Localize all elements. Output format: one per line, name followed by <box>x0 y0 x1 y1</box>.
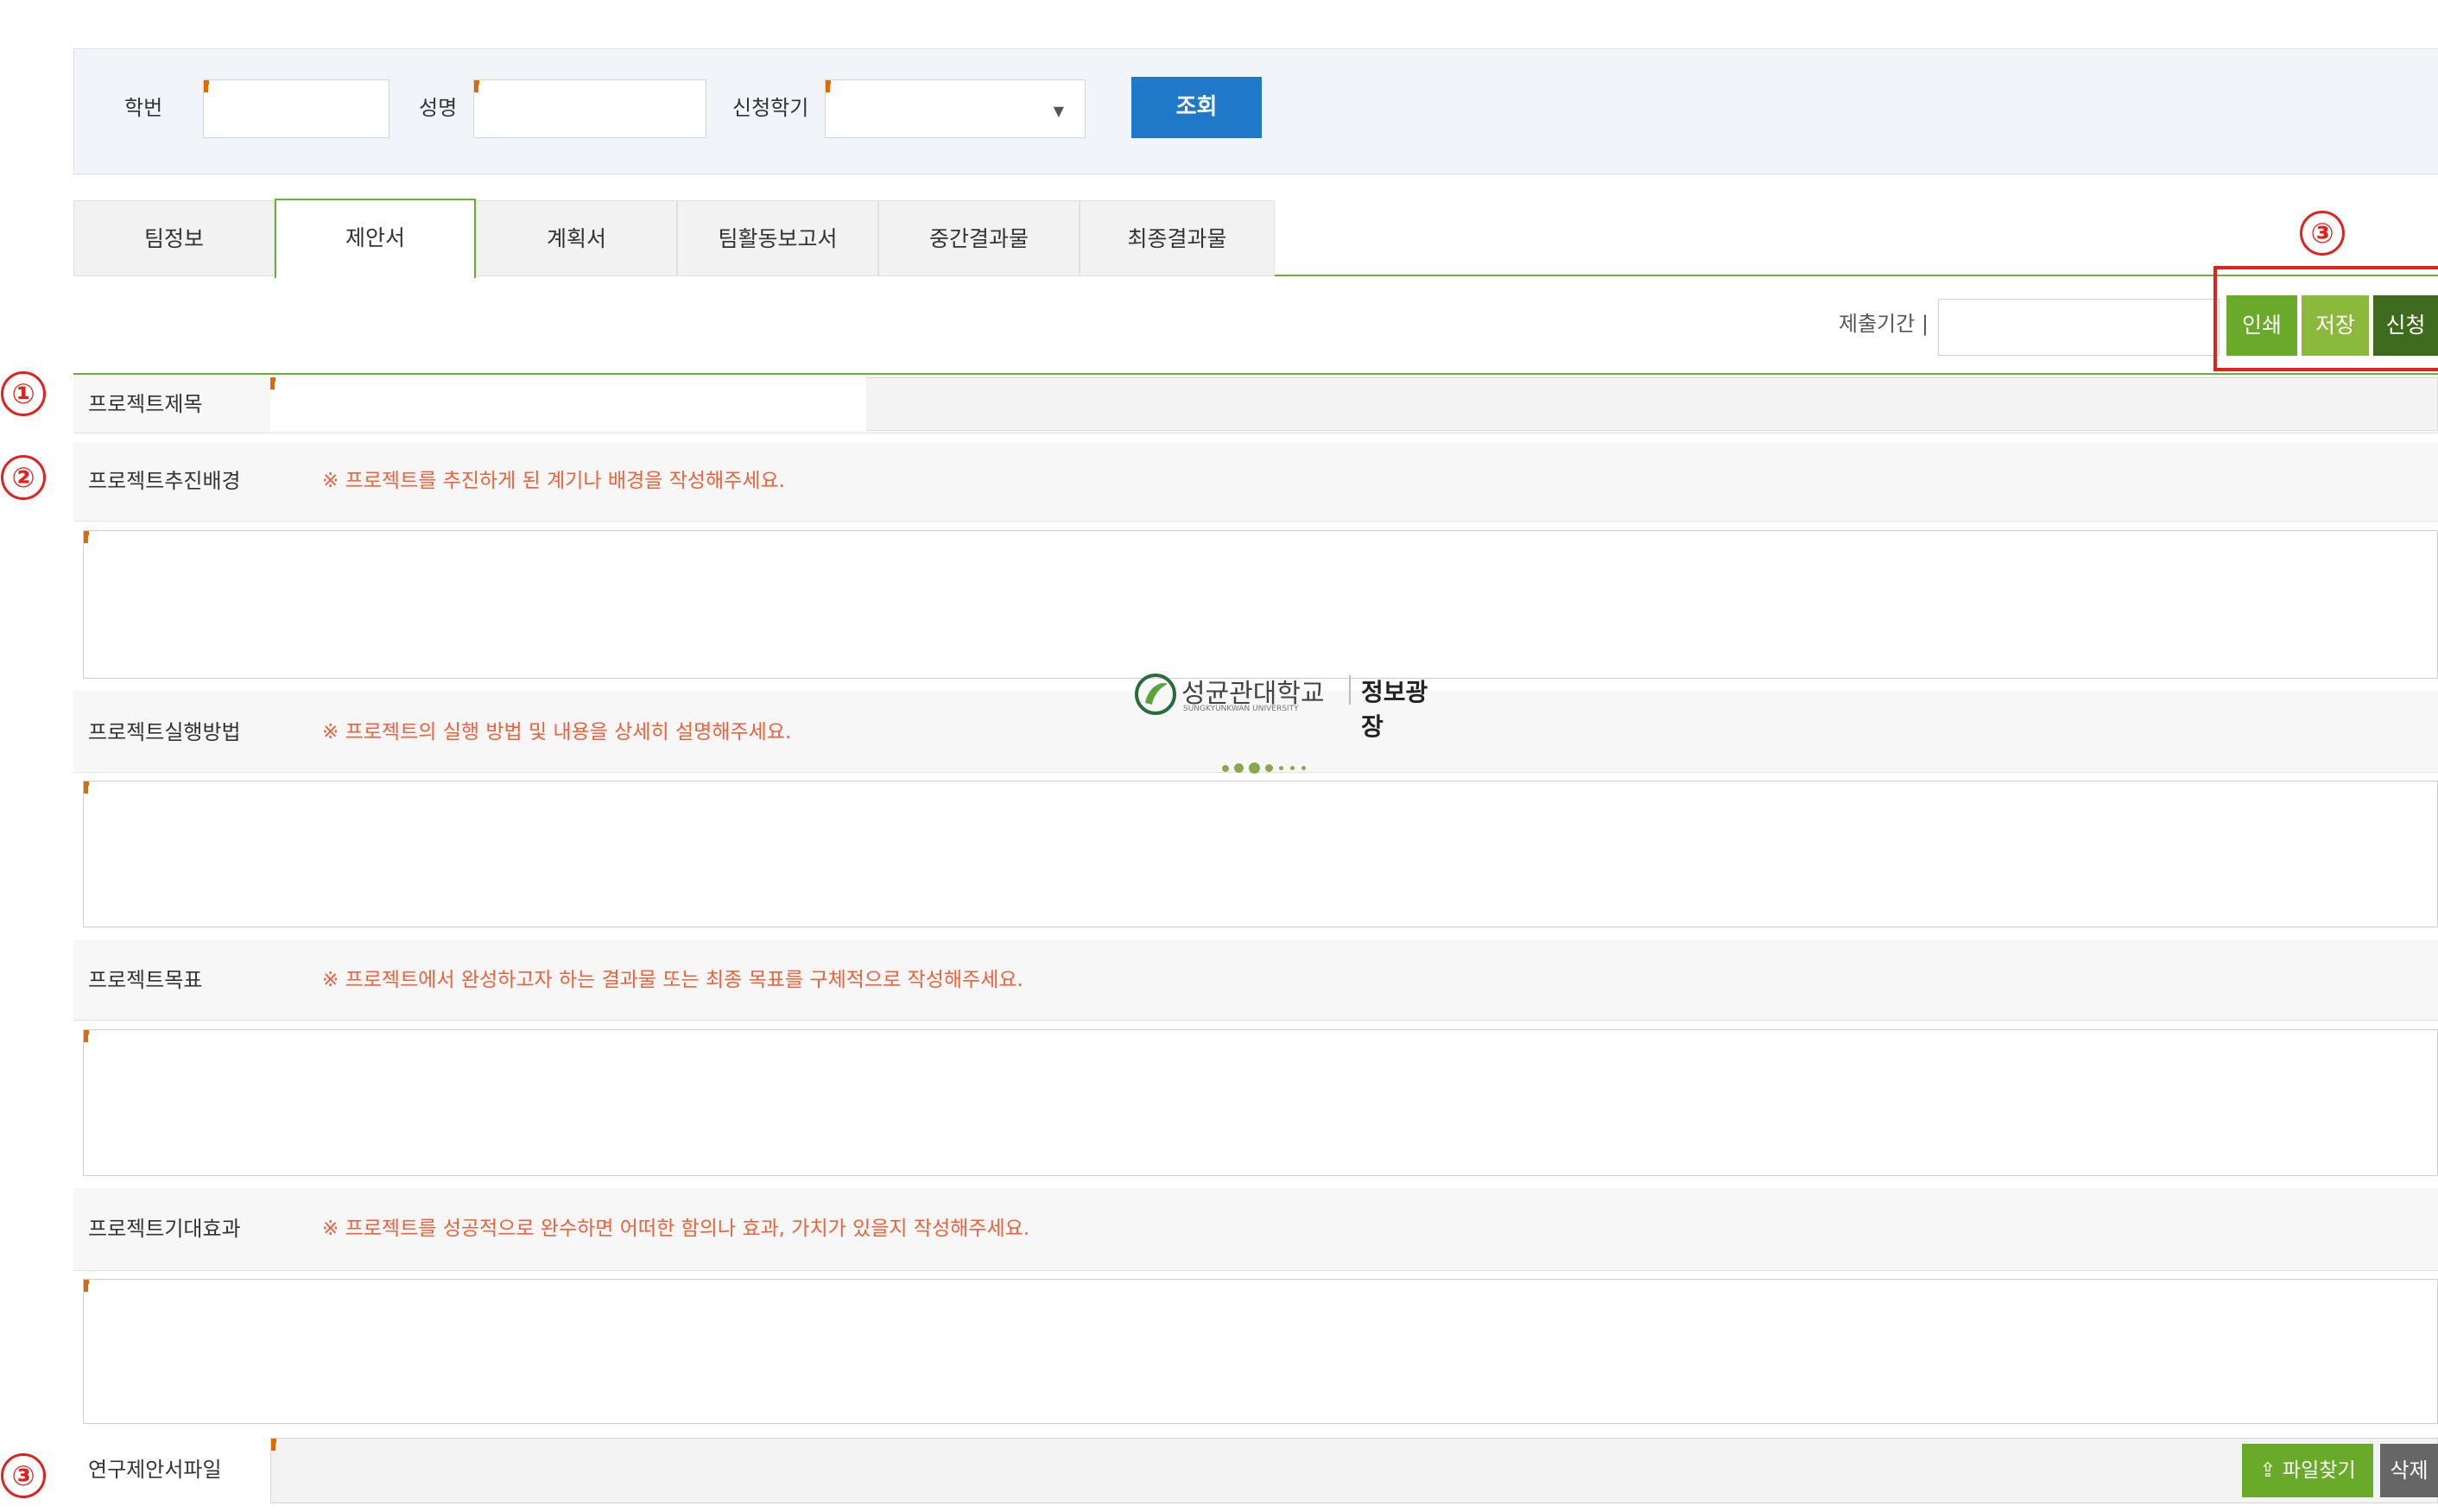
project-title-label: 프로젝트제목 <box>88 392 203 416</box>
project-title-input[interactable] <box>270 377 866 431</box>
save-button[interactable]: 저장 <box>2302 295 2369 356</box>
university-name-en: SUNGKYUNKWAN UNIVERSITY <box>1183 705 1299 713</box>
file-delete-button[interactable]: 삭제 <box>2380 1444 2438 1497</box>
project-background-textarea[interactable] <box>83 530 2438 679</box>
loading-indicator <box>1222 762 1352 774</box>
proposal-file-label: 연구제안서파일 <box>88 1458 222 1482</box>
project-method-textarea[interactable] <box>83 781 2438 927</box>
tab-final-results[interactable]: 최종결과물 <box>1080 200 1275 276</box>
annotation-marker-1: ① <box>1 371 46 416</box>
project-goal-hint: ※ 프로젝트에서 완성하고자 하는 결과물 또는 최종 목표를 구체적으로 작성… <box>322 969 1023 991</box>
portal-name: 정보광장 <box>1361 678 1428 741</box>
loading-dot <box>1234 763 1244 773</box>
project-method-label: 프로젝트실행방법 <box>88 720 241 744</box>
annotation-marker-3b: ③ <box>1 1453 46 1498</box>
loading-dot <box>1249 762 1260 774</box>
project-background-label: 프로젝트추진배경 <box>88 469 241 493</box>
tab-team-activity-report[interactable]: 팀활동보고서 <box>677 200 878 276</box>
tab-plan[interactable]: 계획서 <box>476 200 677 276</box>
project-effect-hint: ※ 프로젝트를 성공적으로 완수하면 어떠한 함의나 효과, 가치가 있을지 작… <box>322 1218 1030 1240</box>
project-method-hint: ※ 프로젝트의 실행 방법 및 내용을 상세히 설명해주세요. <box>322 721 792 743</box>
loading-dot <box>1222 765 1229 772</box>
loading-dot <box>1279 766 1283 770</box>
tab-interim-results[interactable]: 중간결과물 <box>878 200 1080 276</box>
project-goal-label: 프로젝트목표 <box>88 968 203 992</box>
semester-select[interactable]: ▼ <box>825 79 1086 138</box>
submission-period-input[interactable] <box>1938 299 2220 356</box>
name-label: 성명 <box>419 96 458 120</box>
annotation-marker-2: ② <box>1 455 46 500</box>
annotation-marker-3: ③ <box>2300 211 2345 256</box>
file-find-button[interactable]: ⇪ 파일찾기 <box>2242 1444 2373 1497</box>
proposal-file-input[interactable] <box>270 1438 2438 1503</box>
dropdown-arrow-icon: ▼ <box>1053 103 1064 119</box>
loading-dot <box>1301 766 1306 770</box>
semester-label: 신청학기 <box>732 96 809 120</box>
project-effect-label: 프로젝트기대효과 <box>88 1217 241 1241</box>
project-background-hint: ※ 프로젝트를 추진하게 된 계기나 배경을 작성해주세요. <box>322 470 785 492</box>
loading-logo: 성균관대학교 SUNGKYUNKWAN UNIVERSITY 정보광장 <box>1133 668 1444 741</box>
print-button[interactable]: 인쇄 <box>2226 295 2297 356</box>
logo-divider <box>1349 675 1351 705</box>
project-goal-textarea[interactable] <box>83 1029 2438 1176</box>
file-find-label: 파일찾기 <box>2282 1459 2356 1482</box>
upload-icon: ⇪ <box>2259 1459 2277 1482</box>
loading-dot <box>1265 764 1273 772</box>
name-input[interactable] <box>473 79 706 138</box>
loading-dot <box>1290 766 1295 770</box>
project-effect-textarea[interactable] <box>83 1279 2438 1424</box>
search-button[interactable]: 조회 <box>1131 77 1262 138</box>
apply-button[interactable]: 신청 <box>2373 295 2438 356</box>
tab-proposal[interactable]: 제안서 <box>275 199 476 278</box>
student-id-input[interactable] <box>203 79 389 138</box>
tab-team-info[interactable]: 팀정보 <box>73 200 275 276</box>
submission-period-label: 제출기간 | <box>1839 312 1929 336</box>
university-emblem-icon <box>1135 674 1176 715</box>
student-id-label: 학번 <box>124 96 163 120</box>
